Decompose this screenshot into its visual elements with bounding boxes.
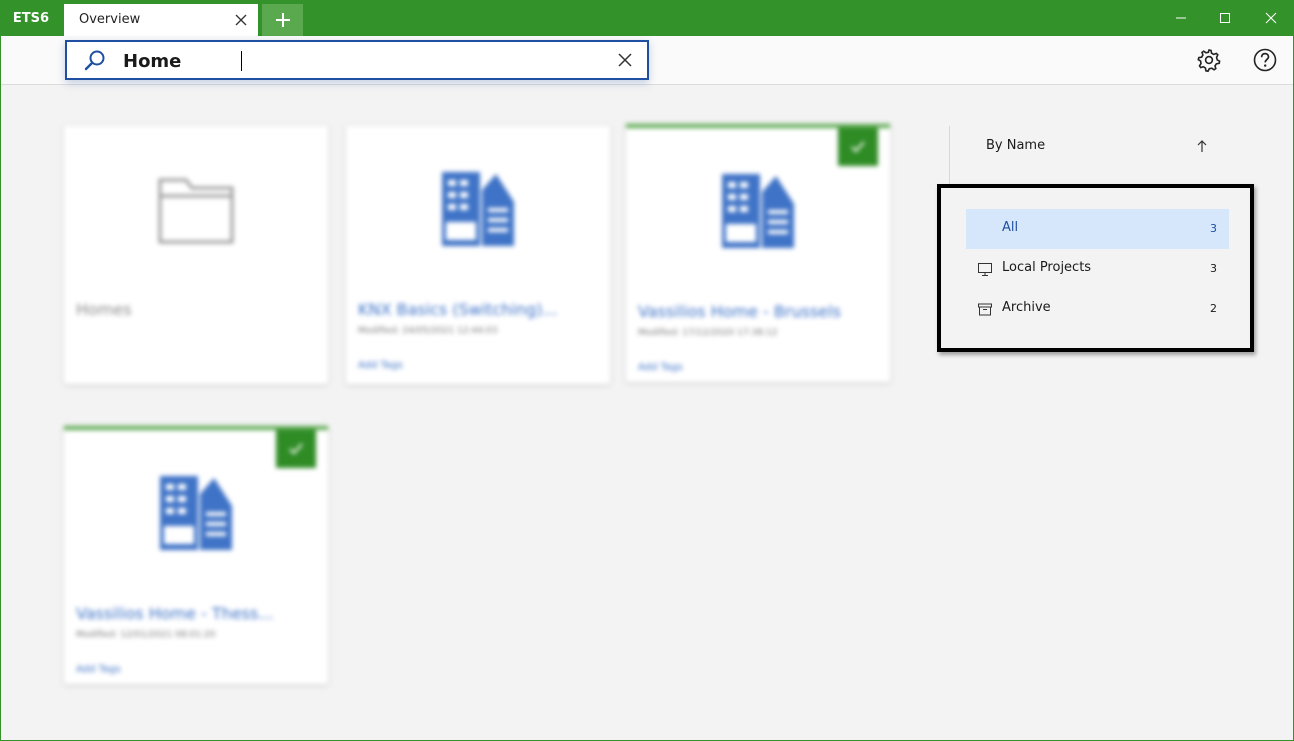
filter-label: All — [1002, 220, 1019, 235]
building-icon — [442, 172, 514, 246]
opened-badge — [276, 430, 316, 468]
filter-count: 2 — [1210, 302, 1217, 315]
minimize-icon — [1176, 17, 1186, 19]
card-title: Homes — [76, 300, 132, 319]
card-modified-date: Modified: 24/05/2021 12:44:03 — [358, 326, 498, 336]
sort-by-name-button[interactable]: By Name — [986, 138, 1045, 153]
minimize-button[interactable] — [1158, 0, 1204, 36]
project-grid: Homes KNX Basics (Switching)... Modified… — [0, 0, 900, 741]
maximize-icon — [1220, 13, 1230, 23]
filter-all[interactable]: All 3 — [966, 209, 1229, 249]
building-icon — [722, 174, 794, 248]
maximize-button[interactable] — [1202, 0, 1248, 36]
archive-box-icon — [978, 303, 992, 316]
card-modified-date: Modified: 12/01/2021 08:01:20 — [76, 630, 216, 640]
card-title: KNX Basics (Switching)... — [358, 300, 558, 319]
project-card-folder[interactable]: Homes — [64, 126, 328, 384]
card-modified-date: Modified: 17/12/2020 17:38:12 — [638, 328, 778, 338]
add-tags-link[interactable]: Add Tags — [76, 664, 121, 675]
filter-count: 3 — [1210, 262, 1217, 275]
project-card-active[interactable]: Vassilios Home - Thess... Modified: 12/0… — [64, 426, 328, 684]
gear-icon[interactable] — [1196, 47, 1222, 73]
monitor-icon — [978, 263, 992, 276]
filter-label: Archive — [1002, 300, 1051, 315]
filter-archive[interactable]: Archive 2 — [966, 289, 1229, 329]
filter-count: 3 — [1210, 222, 1217, 235]
checkmark-icon — [289, 443, 303, 455]
close-icon — [1265, 12, 1277, 24]
add-tags-link[interactable]: Add Tags — [638, 362, 683, 373]
folder-icon — [158, 178, 234, 244]
add-tags-link[interactable]: Add Tags — [358, 360, 403, 371]
project-card-active[interactable]: Vassilios Home - Brussels Modified: 17/1… — [626, 124, 890, 382]
close-window-button[interactable] — [1248, 0, 1294, 36]
project-card[interactable]: KNX Basics (Switching)... Modified: 24/0… — [346, 126, 610, 384]
opened-badge — [838, 128, 878, 166]
help-icon[interactable] — [1252, 47, 1278, 73]
panel-divider — [949, 126, 950, 184]
filter-local-projects[interactable]: Local Projects 3 — [966, 249, 1229, 289]
card-title: Vassilios Home - Thess... — [76, 604, 274, 623]
card-title: Vassilios Home - Brussels — [638, 302, 841, 321]
checkmark-icon — [851, 141, 865, 153]
sort-ascending-icon[interactable] — [1196, 139, 1208, 153]
filter-label: Local Projects — [1002, 260, 1092, 275]
building-icon — [160, 476, 232, 550]
